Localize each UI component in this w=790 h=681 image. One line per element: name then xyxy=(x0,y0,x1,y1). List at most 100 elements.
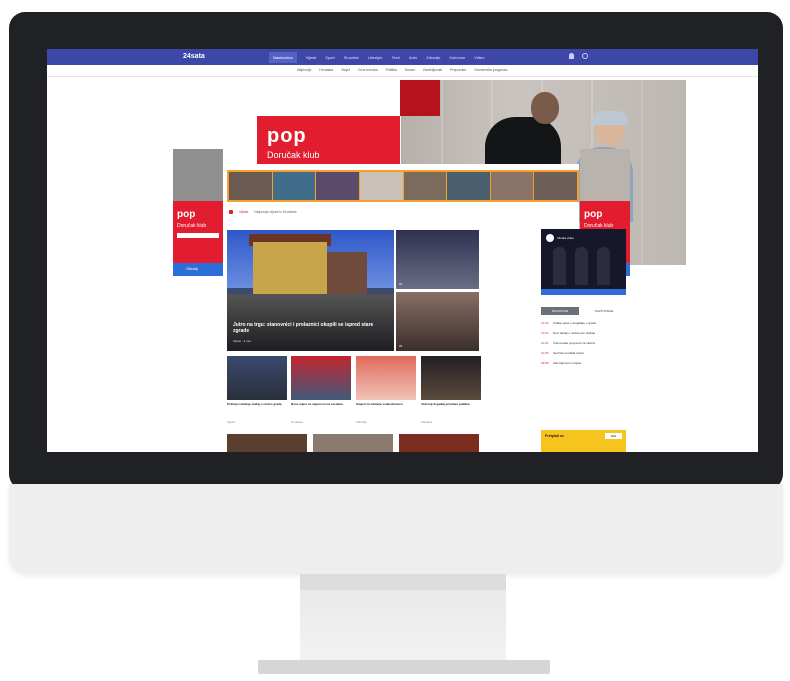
news-card-meta: Zdravlje xyxy=(356,420,367,424)
news-card-image[interactable] xyxy=(227,356,287,400)
sub-nav-item[interactable]: Zanimljivosti xyxy=(423,68,442,72)
nav-item[interactable]: Tech xyxy=(392,55,400,60)
ad-skin-logo: pop xyxy=(584,209,603,220)
news-card-meta: Showbiz xyxy=(421,420,433,424)
thumb-item[interactable] xyxy=(490,172,534,200)
video-figure xyxy=(597,247,610,285)
nav-item[interactable]: Lifestyle xyxy=(368,55,383,60)
promo-button[interactable]: Više xyxy=(605,433,622,439)
list-item-text[interactable]: Kratka vijest o događaju u gradu xyxy=(553,321,596,325)
list-item-text[interactable]: Novi detalji o nedavnom slučaju xyxy=(553,331,595,335)
list-item-text[interactable]: Zanimljivost iz svijeta xyxy=(553,361,581,365)
ad-person-man-head xyxy=(531,92,559,124)
site-logo[interactable]: 24sata xyxy=(183,53,205,60)
thumb-item[interactable] xyxy=(534,172,577,200)
ad-person-woman-cap xyxy=(592,111,628,125)
sub-nav-item[interactable]: Politika xyxy=(386,68,397,72)
top-navigation: 24sata Naslovnica Vijesti Sport Showbiz … xyxy=(47,49,758,65)
list-item-text[interactable]: Vremenska prognoza za vikend xyxy=(553,341,595,345)
list-item-time: 09:58 xyxy=(541,361,549,365)
nav-item[interactable]: Zdravlje xyxy=(426,55,440,60)
sub-nav-item[interactable]: Preporuke xyxy=(450,68,466,72)
ad-skin-left[interactable]: pop Doručak klub Gledaj xyxy=(173,149,223,276)
thumb-item[interactable] xyxy=(272,172,316,200)
thumb-item[interactable] xyxy=(359,172,403,200)
video-figure xyxy=(575,247,588,285)
tab-latest[interactable]: NAJNOVIJE xyxy=(541,307,579,315)
news-card-title[interactable]: Večernji događaj privukao publiku xyxy=(421,402,479,406)
list-item-time: 10:05 xyxy=(541,351,549,355)
news-card-title[interactable]: Policija istražuje slučaj u centru grada xyxy=(227,402,285,406)
ad-tagline: Doručak klub xyxy=(267,150,320,160)
story-image-building xyxy=(253,242,327,294)
breadcrumb-item[interactable]: Vijesti xyxy=(239,210,248,214)
list-item-text[interactable]: Sportski rezultati večeri xyxy=(553,351,584,355)
list-item[interactable]: 10:21 Vremenska prognoza za vikend xyxy=(541,341,626,345)
side-story[interactable]: 24 xyxy=(396,230,479,289)
nav-item[interactable]: Showbiz xyxy=(344,55,359,60)
news-card-meta: Hrvatska xyxy=(291,420,303,424)
sub-nav-item[interactable]: Hrvatska xyxy=(319,68,333,72)
sub-nav-item[interactable]: Vremenska prognoza xyxy=(474,68,507,72)
thumb-item[interactable] xyxy=(403,172,447,200)
news-card-title[interactable]: Savjeti za zdraviju svakodnevicu xyxy=(356,402,414,406)
nav-item[interactable]: Naslovnica xyxy=(269,51,297,63)
main-story-title[interactable]: Jutro na trgu: stanovnici i prolaznici o… xyxy=(233,322,383,334)
video-title: 24sata video xyxy=(557,236,575,240)
nav-item[interactable]: Auto xyxy=(409,55,417,60)
sub-navigation: Najnovije Hrvatska Svijet Crna kronika P… xyxy=(47,65,758,77)
main-story-meta: Vijesti · 2 min xyxy=(233,339,251,343)
nav-item[interactable]: Sport xyxy=(325,55,335,60)
side-story[interactable]: 24 xyxy=(396,292,479,351)
main-menu: Naslovnica Vijesti Sport Showbiz Lifesty… xyxy=(269,49,493,65)
news-tile[interactable] xyxy=(399,434,479,452)
breadcrumb-item[interactable]: Najnovije vijesti iz Hrvatske xyxy=(254,210,296,214)
sub-nav-item[interactable]: Najnovije xyxy=(297,68,311,72)
nav-item[interactable]: Video xyxy=(474,55,484,60)
monitor-stand-shadow xyxy=(300,574,506,590)
news-tile[interactable] xyxy=(227,434,307,452)
list-item[interactable]: 10:05 Sportski rezultati večeri xyxy=(541,351,626,355)
monitor-chin xyxy=(9,484,783,574)
news-card-meta: Vijesti xyxy=(227,420,235,424)
thumb-item[interactable] xyxy=(229,172,272,200)
video-player[interactable]: 24sata video xyxy=(541,229,626,295)
sub-nav-item[interactable]: Svijet xyxy=(341,68,350,72)
news-card-image[interactable] xyxy=(291,356,351,400)
news-card-image[interactable] xyxy=(421,356,481,400)
promo-text: Pretplati se xyxy=(545,434,564,438)
list-item[interactable]: 09:58 Zanimljivost iz svijeta xyxy=(541,361,626,365)
promo-box[interactable]: Pretplati se Više xyxy=(541,430,626,452)
right-column: 24sata video NAJNOVIJE NAJČITANIJE 10:40… xyxy=(541,229,626,452)
monitor-stand-base xyxy=(258,660,550,674)
list-item[interactable]: 10:40 Kratka vijest o događaju u gradu xyxy=(541,321,626,325)
ad-brand-logo: pop xyxy=(267,125,307,147)
desktop-mockup: 24sata Naslovnica Vijesti Sport Showbiz … xyxy=(0,0,790,681)
nav-item[interactable]: Kolumne xyxy=(449,55,465,60)
user-icon[interactable] xyxy=(569,53,574,59)
home-icon[interactable] xyxy=(229,210,233,214)
news-card-title[interactable]: Nove mjere za sigurnost na cestama xyxy=(291,402,349,406)
ad-brand-block[interactable]: pop Doručak klub xyxy=(257,116,400,166)
news-tile[interactable] xyxy=(313,434,393,452)
play-icon[interactable] xyxy=(546,234,554,242)
ad-skin-tagline: Doručak klub xyxy=(177,223,207,229)
nav-item[interactable]: Vijesti xyxy=(306,55,317,60)
list-item[interactable]: 10:32 Novi detalji o nedavnom slučaju xyxy=(541,331,626,335)
news-card-image[interactable] xyxy=(356,356,416,400)
thumb-item[interactable] xyxy=(316,172,359,200)
ad-skin-cta[interactable]: Gledaj xyxy=(186,266,198,271)
list-item-time: 10:21 xyxy=(541,341,549,345)
nav-icons xyxy=(569,53,588,59)
tab-most-read[interactable]: NAJČITANIJE xyxy=(585,307,623,315)
sub-nav-item[interactable]: Crna kronika xyxy=(358,68,378,72)
latest-list: 10:40 Kratka vijest o događaju u gradu 1… xyxy=(541,321,626,371)
wood-plank xyxy=(641,80,643,265)
video-progress-bar[interactable] xyxy=(541,289,626,295)
search-icon[interactable] xyxy=(582,53,588,59)
thumb-item[interactable] xyxy=(447,172,490,200)
main-story[interactable]: Jutro na trgu: stanovnici i prolaznici o… xyxy=(227,230,394,351)
story-image-building xyxy=(327,252,367,298)
sub-nav-item[interactable]: Novac xyxy=(405,68,415,72)
ad-skin-bar xyxy=(177,233,219,238)
